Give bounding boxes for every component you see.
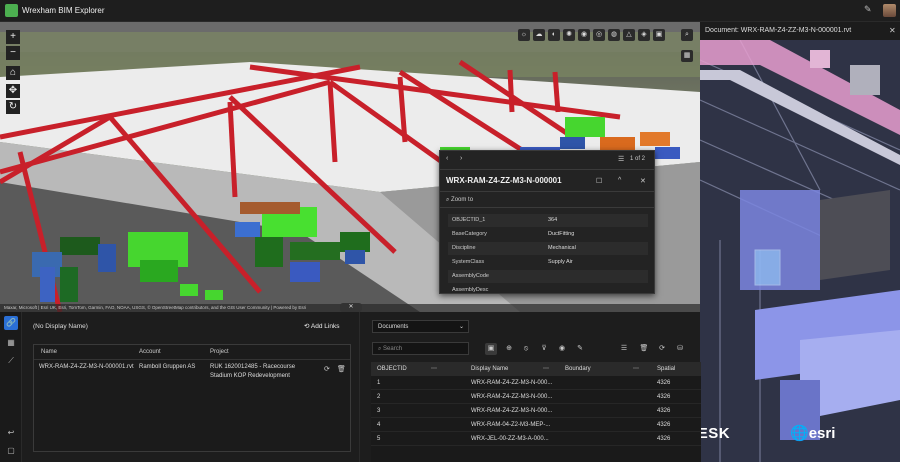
weather-icon[interactable]: ☁ [533, 29, 545, 41]
columns-icon[interactable]: ☰ [618, 343, 630, 355]
column-menu-icon[interactable]: ⋯ [431, 362, 437, 376]
select-icon[interactable]: ▣ [485, 343, 497, 355]
rotate-icon[interactable]: ↻ [6, 100, 20, 114]
column-header[interactable]: Account [139, 349, 161, 355]
save-icon[interactable]: ▣ [653, 29, 665, 41]
attribute-row: Discipline Mechanical [448, 242, 648, 255]
filter-icon[interactable]: ⊽ [538, 343, 550, 355]
zoom-to-button[interactable]: ⌕ Zoom to [446, 197, 473, 204]
bim-model-graphics [700, 40, 900, 462]
layer-selector[interactable]: Documents ⌄ [372, 320, 469, 333]
column-header[interactable]: Project [210, 349, 229, 355]
feature-popup[interactable]: ‹ › ☰ 1 of 2 WRX-RAM-Z4-ZZ-M3-N-000001 ☐… [439, 150, 655, 294]
return-icon[interactable]: ↩ [4, 426, 18, 440]
link-icon[interactable]: 🔗 [4, 316, 18, 330]
chevron-down-icon: ⌄ [458, 324, 464, 330]
previous-feature-icon[interactable]: ‹ [446, 155, 448, 162]
edit-icon[interactable]: ✎ [864, 4, 876, 16]
pan-icon[interactable]: ✥ [6, 84, 20, 98]
clear-selection-icon[interactable]: ⦸ [520, 343, 532, 355]
document-viewer[interactable] [700, 40, 900, 462]
search-icon[interactable]: ⌕ [681, 29, 693, 41]
daylight-icon[interactable]: ◐ [548, 29, 560, 41]
compass-icon[interactable]: ◎ [593, 29, 605, 41]
light-icon[interactable]: ✺ [563, 29, 575, 41]
link-name[interactable]: WRX-RAM-Z4-ZZ-M3-N-000001.rvt [39, 363, 134, 372]
avatar[interactable] [883, 4, 896, 17]
panel-label: (No Display Name) [33, 323, 88, 330]
attribute-row: AssemblyDesc [452, 287, 489, 293]
layers-icon[interactable]: ◈ [638, 29, 650, 41]
link-project: RUK 1620012485 - Racecourse Stadium KOP … [210, 364, 296, 379]
delete-icon[interactable]: 🗑 [638, 343, 650, 355]
database-icon[interactable]: ⛁ [674, 343, 686, 355]
search-input[interactable]: ⌕ Search [372, 342, 469, 355]
popup-title: WRX-RAM-Z4-ZZ-M3-N-000001 [446, 176, 562, 185]
close-icon[interactable]: ✕ [640, 177, 646, 185]
table-row[interactable]: 2 WRX-RAM-Z4-ZZ-M3-N-000... 4326 [371, 390, 701, 404]
zoom-selection-icon[interactable]: ⊕ [503, 343, 515, 355]
column-menu-icon[interactable]: ⋯ [633, 362, 639, 376]
column-header[interactable]: Name [41, 349, 57, 355]
add-links-button[interactable]: ⟲ Add Links [304, 322, 339, 330]
chart-icon[interactable]: ⟋ [4, 354, 18, 368]
app-header: Wrexham BIM Explorer ✎ [0, 0, 900, 22]
delete-icon[interactable]: 🗑 [337, 365, 346, 373]
attribute-row: OBJECTID_1 364 [448, 214, 648, 227]
measure-icon[interactable]: ◉ [578, 29, 590, 41]
panel-rail: 🔗 ▦ ⟋ ↩ ▢ [0, 312, 22, 462]
esri-logo: 🌐esri [790, 425, 836, 442]
sun-icon[interactable]: ☼ [518, 29, 530, 41]
collapse-panel-button[interactable]: ✕ [340, 303, 362, 312]
zoom-to-label: Zoom to [451, 197, 474, 203]
table-row[interactable]: 3 WRX-RAM-Z4-ZZ-M3-N-000... 4326 [371, 404, 701, 418]
documents-table: OBJECTID ⋯ Display Name ⋯ Boundary ⋯ Spa… [371, 362, 701, 462]
square-icon[interactable]: ▢ [4, 444, 18, 458]
show-icon[interactable]: ◉ [556, 343, 568, 355]
column-header[interactable]: Display Name [471, 362, 508, 376]
table-header: OBJECTID ⋯ Display Name ⋯ Boundary ⋯ Spa… [371, 362, 701, 376]
home-icon[interactable]: ⌂ [6, 66, 20, 80]
links-panel: (No Display Name) ⟲ Add Links Name Accou… [22, 312, 359, 462]
popup-page-count: 1 of 2 [630, 156, 646, 162]
table-icon[interactable]: ▦ [4, 336, 18, 350]
attribute-row: SystemClass Supply Air [452, 259, 573, 265]
next-feature-icon[interactable]: › [460, 155, 462, 162]
close-icon[interactable]: ✕ [889, 26, 896, 35]
document-title: Document: WRX-RAM-Z4-ZZ-M3-N-000001.rvt [705, 27, 852, 34]
sync-icon[interactable]: ⟳ [324, 365, 330, 373]
links-table: Name Account Project WRX-RAM-Z4-ZZ-M3-N-… [33, 344, 351, 452]
dock-icon[interactable]: ☐ [596, 177, 602, 185]
table-row[interactable]: 1 WRX-RAM-Z4-ZZ-M3-N-000... 4326 [371, 376, 701, 390]
column-menu-icon[interactable]: ⋯ [543, 362, 549, 376]
refresh-icon[interactable]: ⟳ [656, 343, 668, 355]
app-logo-icon [5, 4, 18, 17]
edit-icon[interactable]: ✎ [574, 343, 586, 355]
link-account: Ramboll Gruppen AS [139, 364, 196, 370]
zoom-out-button[interactable]: − [6, 46, 20, 60]
documents-panel: Documents ⌄ ⌕ Search ▣ ⊕ ⦸ ⊽ ◉ ✎ ☰ 🗑 ⟳ ⛁… [359, 312, 701, 462]
table-row[interactable]: 5 WRX-JEL-00-ZZ-M3-A-000... 4326 [371, 432, 701, 446]
zoom-in-button[interactable]: + [6, 30, 20, 44]
attribute-row: AssemblyCode [448, 270, 648, 283]
column-header[interactable]: Boundary [565, 362, 591, 376]
table-row[interactable]: 4 WRX-RAM-04-Z2-M3-MEP-... 4326 [371, 418, 701, 432]
column-header[interactable]: OBJECTID [377, 362, 407, 376]
feature-list-icon[interactable]: ☰ [618, 155, 624, 163]
attribute-row: BaseCategory DuctFitting [452, 231, 575, 237]
slice-icon[interactable]: △ [623, 29, 635, 41]
basemap-icon[interactable]: ▦ [681, 50, 693, 62]
collapse-icon[interactable]: ^ [618, 177, 621, 184]
app-title: Wrexham BIM Explorer [22, 6, 105, 15]
document-panel-header: Document: WRX-RAM-Z4-ZZ-M3-N-000001.rvt … [700, 22, 900, 40]
column-header[interactable]: Spatial [657, 362, 675, 376]
area-icon[interactable]: ◍ [608, 29, 620, 41]
